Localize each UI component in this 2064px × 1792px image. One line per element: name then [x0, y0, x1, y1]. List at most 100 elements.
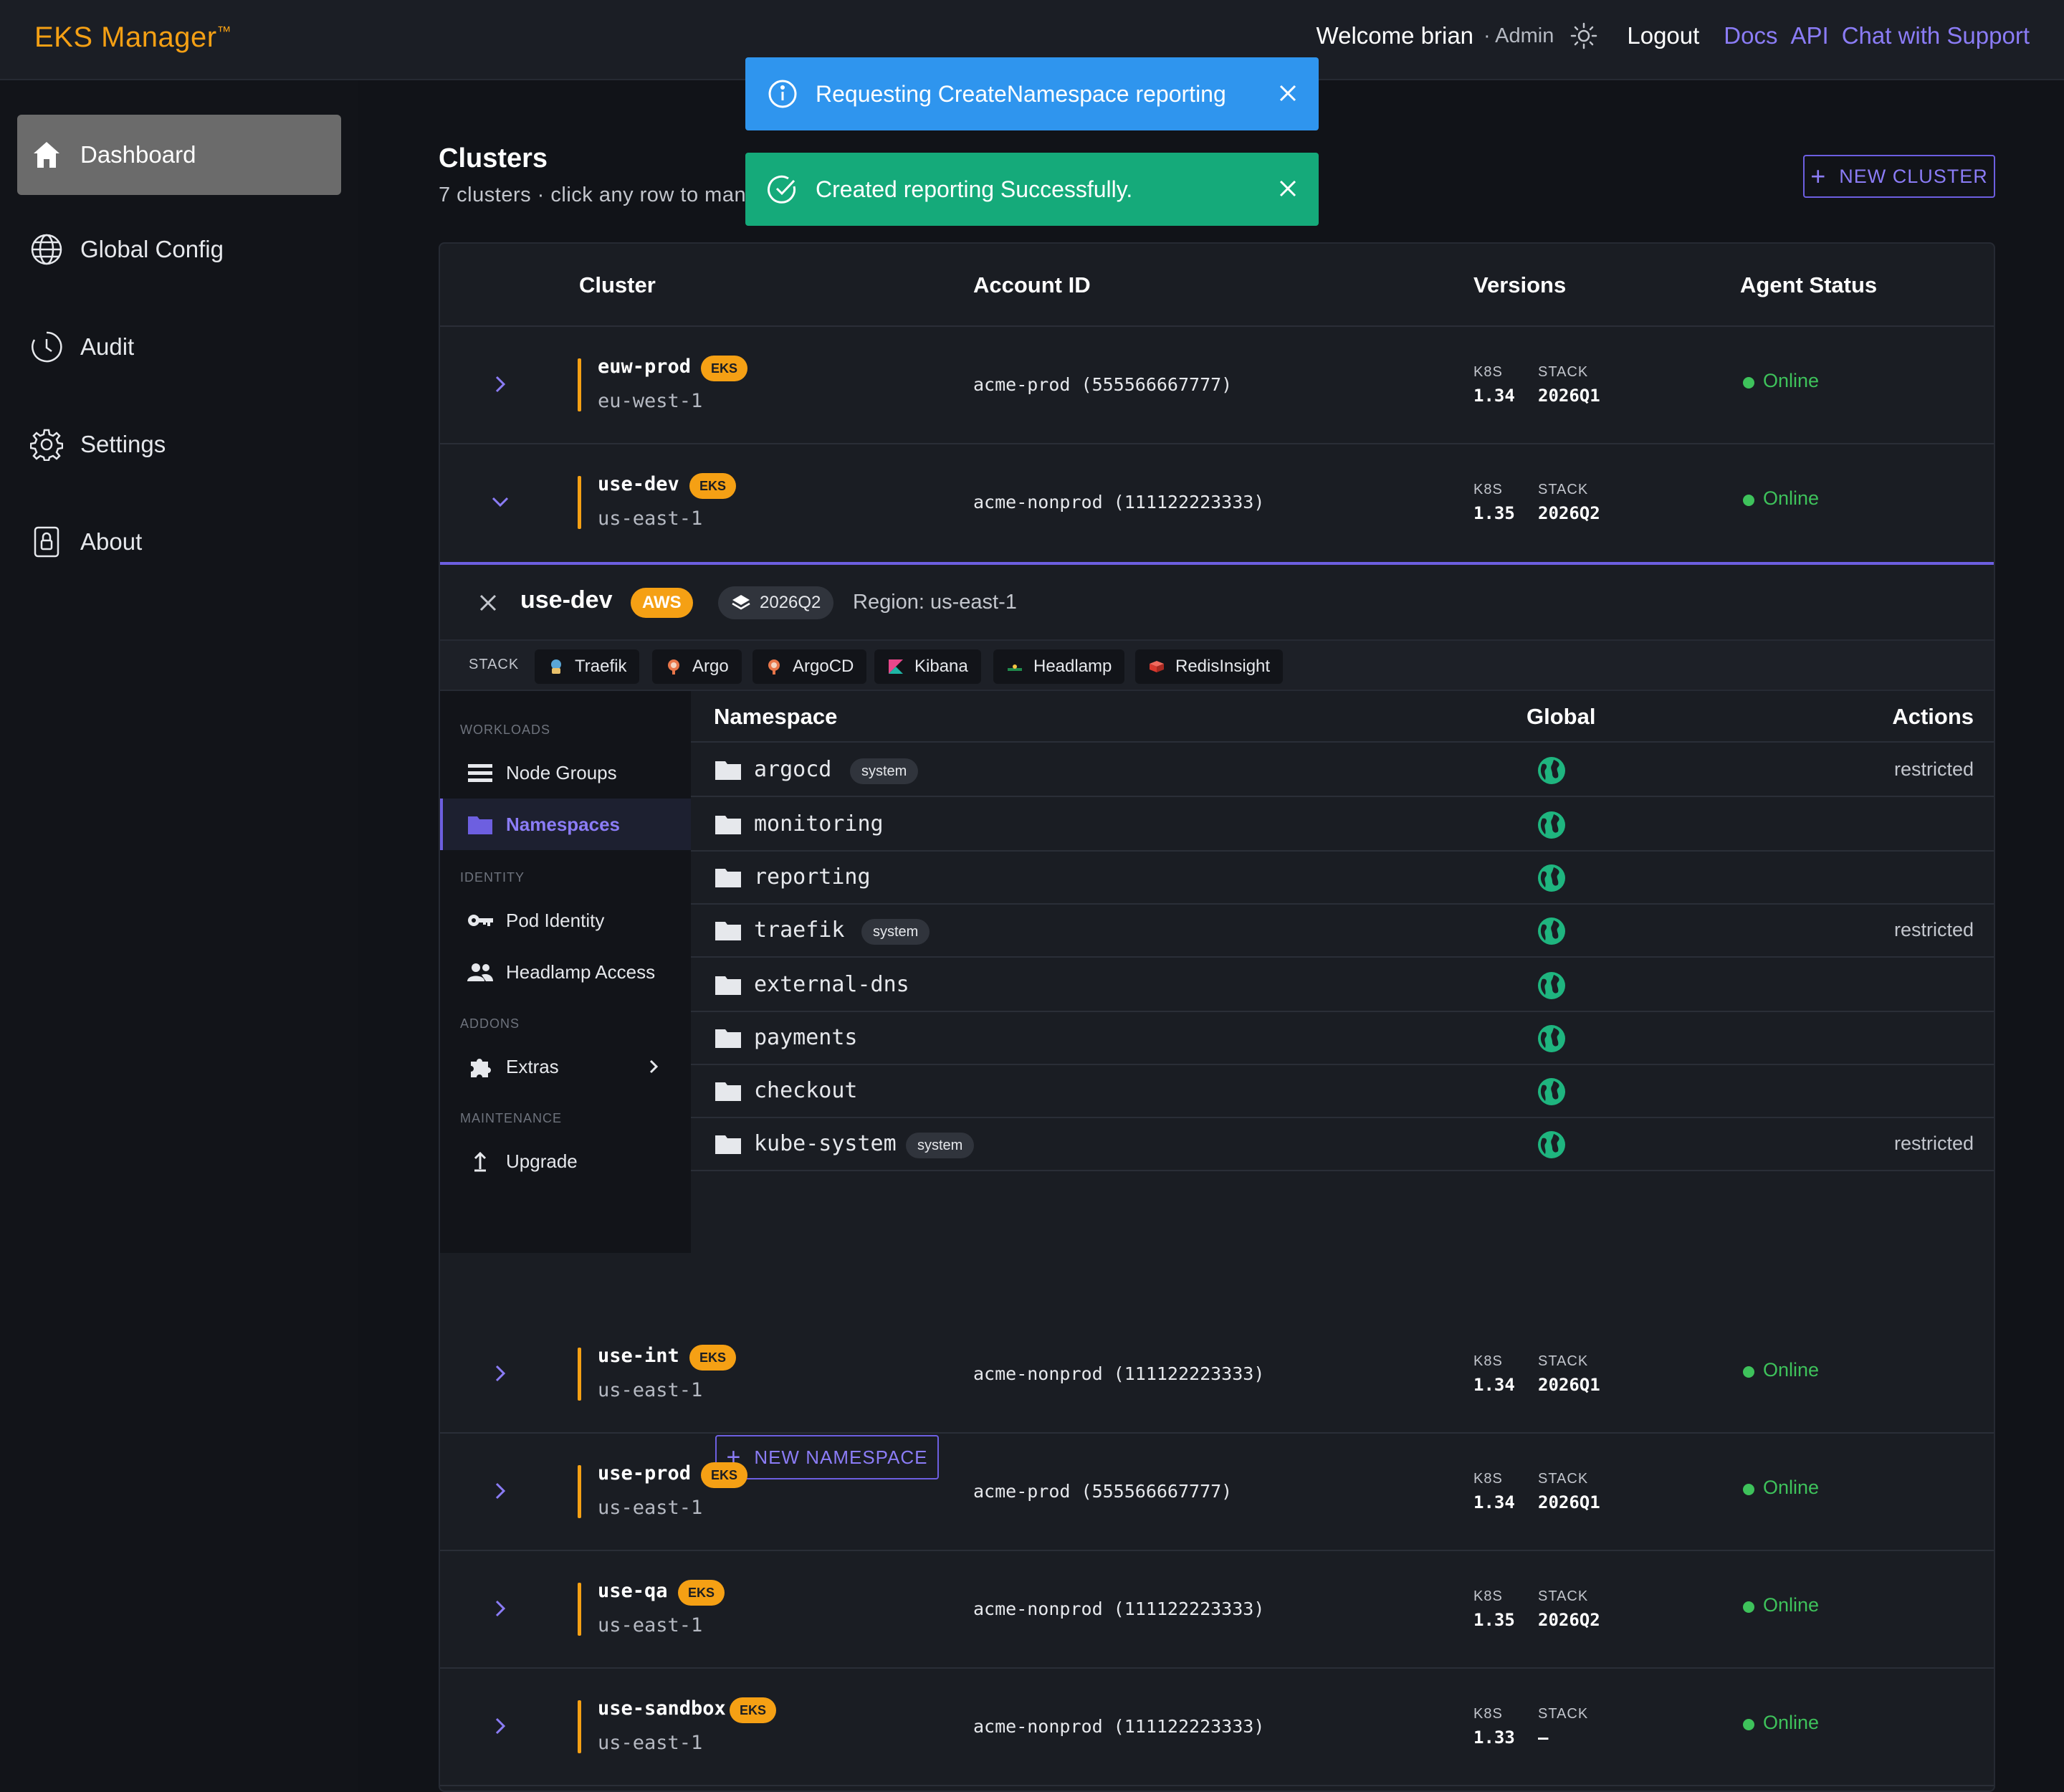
- key-icon: [467, 907, 493, 933]
- header-right: Welcome brian · Admin Logout Docs API Ch…: [1317, 22, 2030, 50]
- column-header[interactable]: Global: [1526, 704, 1595, 730]
- column-header[interactable]: Agent Status: [1740, 272, 1877, 298]
- table-row[interactable]: use-sandbox EKS us-east-1 acme-nonprod (111…: [440, 1669, 1994, 1786]
- cluster-region: us-east-1: [598, 1497, 703, 1519]
- column-header[interactable]: Actions: [1892, 704, 1974, 730]
- cluster-name: use-dev: [598, 473, 679, 495]
- k8s-label: K8S: [1473, 1471, 1503, 1487]
- globe-icon[interactable]: [1537, 1024, 1567, 1054]
- cluster-accent-bar: [578, 476, 581, 529]
- sidebar-item-audit[interactable]: Audit: [17, 307, 341, 387]
- table-row[interactable]: use-prod EKS us-east-1 acme-prod (555566667…: [440, 1434, 1994, 1551]
- menu-item-headlamp-access[interactable]: Headlamp Access: [440, 946, 691, 998]
- globe-icon[interactable]: [1537, 1130, 1567, 1160]
- sidebar-item-global-config[interactable]: Global Config: [17, 209, 341, 290]
- stack-app-headlamp[interactable]: Headlamp: [993, 649, 1125, 684]
- namespace-row[interactable]: argocd system restricted: [691, 744, 1994, 797]
- api-link[interactable]: API: [1790, 22, 1828, 49]
- globe-icon[interactable]: [1537, 1077, 1567, 1107]
- k8s-version: 1.33: [1473, 1727, 1515, 1748]
- chip-label: Traefik: [575, 657, 627, 676]
- namespace-action: restricted: [1893, 758, 1974, 780]
- namespace-row[interactable]: reporting: [691, 852, 1994, 905]
- cluster-accent-bar: [578, 1583, 581, 1636]
- table-row[interactable]: use-dev EKS us-east-1 acme-nonprod (1111…: [440, 444, 1994, 562]
- namespace-name: kube-system: [754, 1131, 897, 1156]
- menu-label: Node Groups: [506, 761, 617, 783]
- cluster-name: use-prod: [598, 1462, 692, 1484]
- stack-app-traefik[interactable]: Traefik: [535, 649, 640, 684]
- list-icon: [467, 760, 493, 786]
- menu-item-upgrade[interactable]: Upgrade: [440, 1135, 691, 1187]
- column-header[interactable]: Account ID: [973, 272, 1091, 298]
- chip-label: Argo: [692, 657, 729, 676]
- close-icon[interactable]: [1276, 176, 1300, 201]
- namespace-row[interactable]: monitoring: [691, 799, 1994, 852]
- chevron-right-icon[interactable]: [487, 1478, 513, 1504]
- namespace-row[interactable]: traefik system restricted: [691, 905, 1994, 958]
- menu-label: Headlamp Access: [506, 961, 656, 983]
- page-title: Clusters: [439, 143, 548, 173]
- column-header[interactable]: Versions: [1473, 272, 1566, 298]
- namespace-row[interactable]: kube-system system restricted: [691, 1118, 1994, 1171]
- table-row[interactable]: use-int EKS us-east-1 acme-nonprod (1111222…: [440, 1316, 1994, 1434]
- chevron-right-icon[interactable]: [487, 1596, 513, 1621]
- cluster-name: use-int: [598, 1345, 679, 1367]
- account-id: acme-nonprod (111122223333): [973, 1598, 1265, 1619]
- column-header[interactable]: Namespace: [714, 704, 837, 730]
- namespace-row[interactable]: external-dns: [691, 959, 1994, 1012]
- cluster-region: us-east-1: [598, 1614, 703, 1636]
- globe-icon[interactable]: [1537, 971, 1567, 1001]
- eks-badge: EKS: [689, 473, 737, 499]
- namespace-row[interactable]: checkout: [691, 1065, 1994, 1118]
- chevron-right-icon[interactable]: [487, 1713, 513, 1739]
- stack-app-argo[interactable]: Argo: [652, 649, 742, 684]
- menu-item-extras[interactable]: Extras: [440, 1041, 691, 1092]
- table-row[interactable]: use-qa EKS us-east-1 acme-nonprod (11112222…: [440, 1551, 1994, 1669]
- stack-label: STACK: [1538, 482, 1589, 497]
- k8s-label: K8S: [1473, 482, 1503, 497]
- stack-version: 2026Q2: [1538, 503, 1600, 523]
- detail-header: use-dev AWS 2026Q2 Region: us-east-1: [440, 565, 1994, 639]
- globe-icon[interactable]: [1537, 810, 1567, 840]
- stack-app-kibana[interactable]: Kibana: [874, 649, 981, 684]
- account-id: acme-prod (555566667777): [973, 1481, 1233, 1502]
- sidebar-item-dashboard[interactable]: Dashboard: [17, 115, 341, 195]
- chevron-right-icon[interactable]: [487, 1360, 513, 1386]
- stack-label: STACK: [469, 657, 520, 672]
- close-icon[interactable]: [1276, 81, 1300, 105]
- folder-icon: [715, 816, 741, 834]
- logout-link[interactable]: Logout: [1627, 22, 1699, 49]
- app-logo[interactable]: EKS Manager™: [34, 22, 231, 54]
- new-cluster-button[interactable]: + NEW CLUSTER: [1803, 155, 1995, 198]
- account-id: acme-nonprod (111122223333): [973, 1363, 1265, 1384]
- chat-support-link[interactable]: Chat with Support: [1842, 22, 2030, 49]
- cluster-name: euw-prod: [598, 356, 692, 378]
- chevron-down-icon[interactable]: [487, 489, 513, 515]
- globe-icon[interactable]: [1537, 863, 1567, 893]
- status-dot: [1743, 495, 1754, 506]
- globe-icon[interactable]: [1537, 756, 1567, 786]
- close-icon[interactable]: [477, 592, 499, 614]
- chevron-right-icon[interactable]: [487, 371, 513, 397]
- stack-version: 2026Q1: [1538, 386, 1600, 406]
- docs-link[interactable]: Docs: [1724, 22, 1777, 49]
- table-row[interactable]: euw-prod EKS eu-west-1 acme-prod (555566…: [440, 327, 1994, 444]
- menu-item-namespaces[interactable]: Namespaces: [440, 799, 691, 850]
- stack-app-redisinsight[interactable]: RedisInsight: [1135, 649, 1284, 684]
- stack-app-argocd[interactable]: ArgoCD: [752, 649, 867, 684]
- theme-toggle-icon[interactable]: [1570, 22, 1598, 50]
- namespace-name: reporting: [754, 864, 871, 890]
- menu-item-node-groups[interactable]: Node Groups: [440, 747, 691, 799]
- sidebar-item-about[interactable]: About: [17, 502, 341, 582]
- traefik-icon: [551, 659, 561, 674]
- menu-item-pod-identity[interactable]: Pod Identity: [440, 895, 691, 946]
- cluster-region: us-east-1: [598, 1732, 703, 1754]
- sidebar-item-settings[interactable]: Settings: [17, 404, 341, 485]
- namespace-name: traefik: [754, 918, 845, 943]
- column-header[interactable]: Cluster: [579, 272, 656, 298]
- globe-icon[interactable]: [1537, 916, 1567, 946]
- namespace-row[interactable]: payments: [691, 1012, 1994, 1065]
- menu-label: Namespaces: [506, 813, 620, 835]
- stack-label: STACK: [1538, 1353, 1589, 1369]
